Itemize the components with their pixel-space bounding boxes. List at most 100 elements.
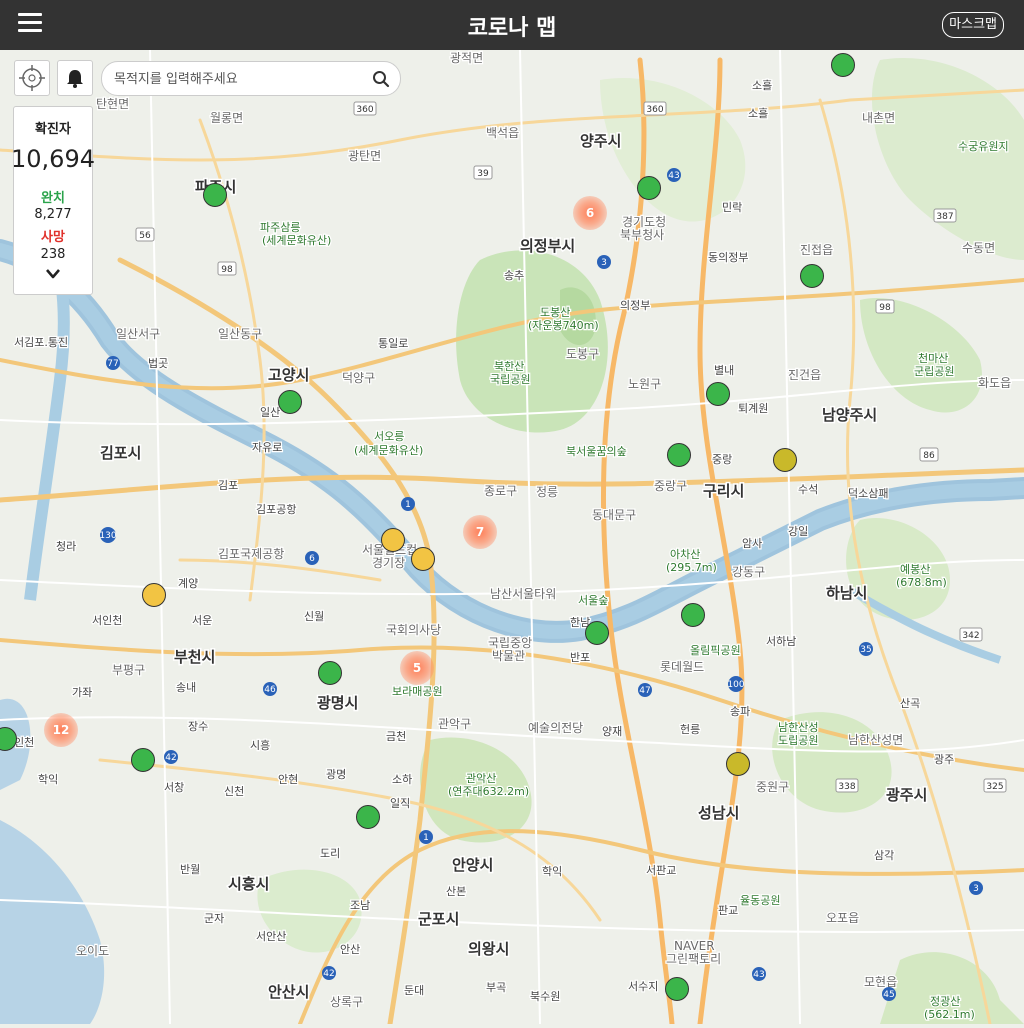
case-marker[interactable] [681, 603, 705, 627]
city-label: 양주시 [580, 132, 621, 150]
road-shield: 47 [638, 683, 652, 697]
ic-label: 덕소삼패 [848, 487, 888, 500]
ic-label: 중랑 [712, 453, 732, 466]
landmark-label: (562.1m) [924, 1008, 975, 1021]
road-shield: 360 [353, 101, 377, 116]
town-label: 부평구 [112, 663, 145, 677]
town-label: 화도읍 [978, 376, 1011, 390]
landmark-label: 군립공원 [914, 365, 954, 378]
town-label: 광적면 [450, 51, 483, 65]
ic-label: 김포 [218, 479, 238, 492]
road-shield: 45 [882, 987, 896, 1001]
recovered-label: 완치 [41, 191, 65, 206]
road-shield: 86 [919, 447, 939, 462]
ic-label: 양재 [602, 725, 622, 738]
svg-text:47: 47 [639, 686, 650, 696]
landmark-label: 북서울꿈의숲 [566, 445, 627, 458]
case-marker[interactable] [800, 264, 824, 288]
case-marker[interactable] [773, 448, 797, 472]
case-marker[interactable] [142, 583, 166, 607]
case-marker[interactable] [381, 528, 405, 552]
case-marker[interactable] [131, 748, 155, 772]
landmark-label: 북부청사 [620, 228, 664, 242]
ic-label: 소하 [392, 772, 412, 786]
case-marker[interactable] [585, 621, 609, 645]
case-marker[interactable] [665, 977, 689, 1001]
case-marker[interactable] [831, 53, 855, 77]
city-label: 의정부시 [520, 237, 575, 255]
town-label: 중랑구 [654, 479, 687, 493]
case-marker[interactable] [637, 176, 661, 200]
svg-text:98: 98 [879, 303, 891, 313]
case-marker[interactable] [318, 661, 342, 685]
case-cluster[interactable]: 12 [44, 713, 78, 747]
ic-label: 반포 [570, 651, 590, 664]
case-cluster[interactable]: 6 [573, 196, 607, 230]
ic-label: 서안산 [256, 930, 286, 943]
landmark-label: 롯데월드 [660, 660, 704, 674]
ic-label: 학익 [542, 865, 562, 878]
case-cluster[interactable]: 5 [400, 651, 434, 685]
ic-label: 자유로 [252, 441, 282, 454]
ic-label: 일직 [390, 796, 410, 810]
case-marker[interactable] [356, 805, 380, 829]
road-shield: 77 [106, 356, 120, 370]
notification-button[interactable] [57, 60, 93, 96]
town-label: 도봉구 [566, 347, 599, 361]
menu-icon[interactable] [18, 13, 42, 35]
ic-label: 의정부 [620, 299, 650, 312]
landmark-label: (세계문화유산) [262, 234, 331, 247]
city-label: 성남시 [698, 804, 739, 822]
road-shield: 1 [401, 497, 415, 511]
confirmed-count: 10,694 [11, 145, 95, 173]
ic-label: 광주 [934, 753, 954, 766]
case-marker[interactable] [706, 382, 730, 406]
case-marker[interactable] [667, 443, 691, 467]
case-marker[interactable] [411, 547, 435, 571]
road-shield: 360 [643, 101, 667, 116]
ic-label: 송추 [504, 269, 524, 282]
town-label: 오이도 [76, 944, 109, 958]
landmark-label: 파주삼릉 [260, 221, 300, 234]
town-label: 덕양구 [342, 371, 375, 385]
landmark-label: 경기도청 [622, 215, 666, 229]
svg-text:325: 325 [986, 782, 1003, 792]
ic-label: 서운 [192, 614, 212, 627]
landmark-label: 정광산 [930, 995, 960, 1008]
locate-button[interactable] [14, 60, 50, 96]
ic-label: 암사 [742, 537, 762, 550]
ic-label: 광명 [326, 768, 346, 781]
case-marker[interactable] [203, 183, 227, 207]
chevron-down-icon[interactable] [45, 267, 61, 281]
ic-label: 산곡 [900, 697, 920, 710]
case-cluster[interactable]: 7 [463, 515, 497, 549]
crosshair-icon [19, 65, 45, 91]
town-label: 내촌면 [862, 111, 895, 125]
svg-text:39: 39 [477, 169, 489, 179]
landmark-label: 수궁유원지 [958, 140, 1009, 153]
map-canvas[interactable]: 파주시 양주시 의정부시 고양시 김포시 구리시 남양주시 하남시 부천시 광명… [0, 50, 1024, 1027]
landmark-label: 예봉산 [900, 563, 930, 576]
case-marker[interactable] [278, 390, 302, 414]
mask-map-button[interactable]: 마스크맵 [942, 12, 1004, 38]
svg-text:45: 45 [883, 990, 894, 1000]
landmark-label: 서오릉 [374, 430, 404, 443]
svg-text:3: 3 [973, 884, 979, 894]
landmark-label: 도립공원 [778, 734, 818, 747]
case-marker[interactable] [726, 752, 750, 776]
search-input[interactable] [112, 67, 366, 91]
svg-text:387: 387 [936, 212, 953, 222]
svg-text:86: 86 [923, 451, 935, 461]
road-shield: 42 [322, 966, 336, 980]
svg-text:3: 3 [601, 258, 607, 268]
ic-label: 가좌 [72, 686, 92, 699]
landmark-label: 예술의전당 [528, 721, 583, 735]
search-icon[interactable] [372, 70, 390, 88]
town-label: 일산서구 [116, 327, 160, 341]
city-label: 의왕시 [468, 940, 509, 958]
town-label: 월롱면 [210, 111, 243, 125]
city-label: 하남시 [826, 584, 867, 602]
ic-label: 부곡 [486, 981, 506, 994]
ic-label: 소흘 [752, 79, 772, 92]
town-label: 강동구 [732, 565, 765, 579]
